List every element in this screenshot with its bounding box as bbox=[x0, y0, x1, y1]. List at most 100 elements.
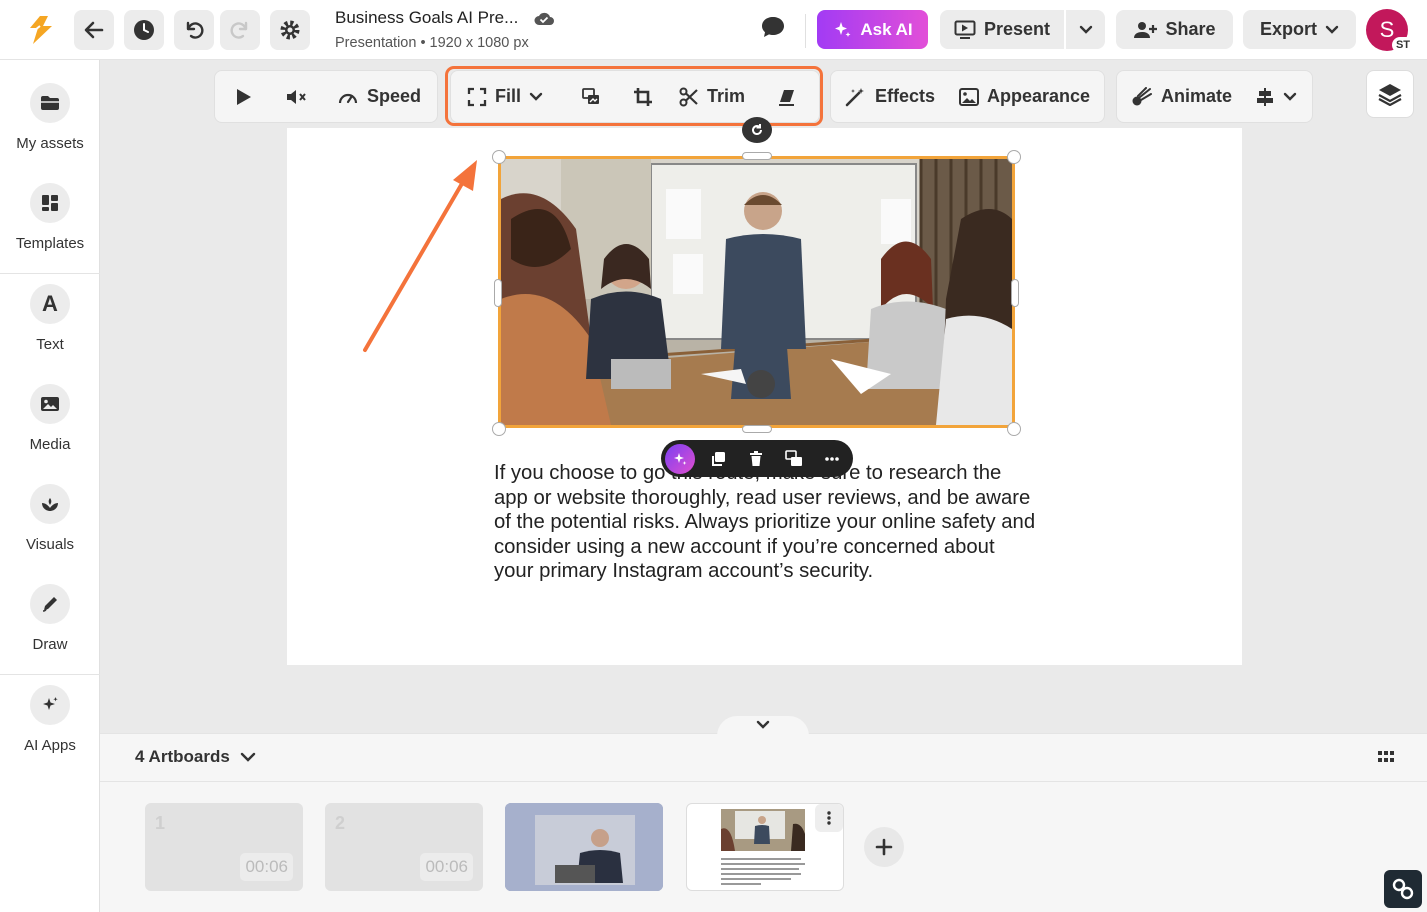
meeting-photo[interactable] bbox=[498, 156, 1015, 428]
more-options-button[interactable] bbox=[813, 440, 851, 477]
text-icon: A bbox=[30, 284, 70, 324]
comment-icon[interactable] bbox=[760, 15, 786, 44]
sidebar-item-my-assets[interactable]: My assets bbox=[0, 83, 100, 152]
speed-button[interactable]: Speed bbox=[337, 71, 421, 122]
effects-button[interactable]: Effects bbox=[845, 71, 935, 122]
sidebar-item-templates[interactable]: Templates bbox=[0, 183, 100, 252]
slide-body-text[interactable]: If you choose to go this route, make sur… bbox=[494, 461, 1039, 584]
redo-icon bbox=[230, 21, 248, 39]
sidebar-item-label: Text bbox=[36, 336, 64, 353]
avatar[interactable]: S ST bbox=[1366, 9, 1414, 53]
duplicate-button[interactable] bbox=[699, 440, 737, 477]
present-button[interactable]: Present bbox=[940, 10, 1064, 49]
resize-handle-top-left[interactable] bbox=[492, 150, 506, 164]
sidebar-item-label: Media bbox=[29, 436, 71, 453]
resize-handle-left[interactable] bbox=[494, 279, 502, 307]
sidebar-item-label: Visuals bbox=[25, 536, 75, 553]
play-button[interactable] bbox=[233, 71, 253, 122]
rotate-icon bbox=[752, 124, 763, 136]
app-logo[interactable] bbox=[26, 14, 56, 46]
sidebar-item-ai-apps[interactable]: AI Apps bbox=[0, 685, 100, 754]
top-bar: Business Goals AI Pre... Presentation • … bbox=[0, 0, 1427, 60]
layers-button[interactable] bbox=[1366, 70, 1414, 118]
more-horizontal-icon bbox=[825, 456, 839, 461]
clock-icon bbox=[134, 20, 154, 40]
templates-icon bbox=[30, 183, 70, 223]
speedometer-icon bbox=[338, 93, 358, 103]
sidebar-item-media[interactable]: Media bbox=[0, 384, 100, 453]
collapse-panel-button[interactable] bbox=[717, 716, 809, 736]
panel-divider bbox=[100, 781, 1427, 782]
chevron-down-icon bbox=[756, 720, 770, 729]
gear-icon bbox=[280, 20, 300, 40]
resize-handle-right[interactable] bbox=[1011, 279, 1019, 307]
present-label: Present bbox=[983, 19, 1051, 39]
arrow-left-icon bbox=[84, 21, 104, 39]
artboards-dropdown[interactable]: 4 Artboards bbox=[135, 747, 256, 767]
export-button[interactable]: Export bbox=[1243, 10, 1356, 49]
resize-handle-top[interactable] bbox=[742, 152, 772, 160]
settings-button[interactable] bbox=[270, 10, 310, 50]
delete-button[interactable] bbox=[737, 440, 775, 477]
mute-button[interactable] bbox=[285, 71, 307, 122]
share-label: Share bbox=[1165, 19, 1216, 39]
image-icon bbox=[959, 87, 979, 106]
help-widget-button[interactable] bbox=[1384, 870, 1422, 908]
artboards-count-label: 4 Artboards bbox=[135, 747, 230, 766]
avatar-initial: S bbox=[1379, 17, 1395, 42]
artboard-thumb-3[interactable] bbox=[505, 803, 663, 891]
resize-handle-bottom-left[interactable] bbox=[492, 422, 506, 436]
artboard-duration: 00:06 bbox=[240, 853, 293, 881]
sidebar-item-text[interactable]: A Text bbox=[0, 284, 100, 353]
resize-handle-bottom[interactable] bbox=[742, 425, 772, 433]
add-user-icon bbox=[1134, 21, 1158, 38]
artboard-number: 2 bbox=[335, 813, 346, 833]
link-icon bbox=[1392, 878, 1414, 900]
present-options-button[interactable] bbox=[1066, 10, 1105, 49]
header-divider bbox=[805, 14, 806, 48]
grid-view-icon[interactable] bbox=[1378, 750, 1394, 768]
highlight-box bbox=[445, 66, 823, 126]
trash-icon bbox=[750, 450, 762, 466]
appearance-button[interactable]: Appearance bbox=[959, 71, 1090, 122]
sidebar-divider bbox=[0, 273, 100, 274]
rotate-handle[interactable] bbox=[742, 117, 772, 143]
chevron-down-icon bbox=[1079, 25, 1092, 34]
align-button[interactable] bbox=[1255, 71, 1297, 122]
artboard-options-button[interactable] bbox=[815, 804, 843, 832]
sidebar-item-draw[interactable]: Draw bbox=[0, 584, 100, 653]
artboard-duration: 00:06 bbox=[420, 853, 473, 881]
ask-ai-button[interactable]: Ask AI bbox=[817, 10, 928, 49]
document-subtitle: Presentation • 1920 x 1080 px bbox=[335, 35, 529, 51]
sidebar-item-label: Draw bbox=[32, 636, 68, 653]
sparkle-icon bbox=[835, 21, 851, 37]
chevron-down-icon bbox=[1283, 92, 1297, 101]
artboard-thumb-4[interactable] bbox=[686, 803, 844, 891]
artboard-thumb-1[interactable]: 1 00:06 bbox=[145, 803, 303, 891]
appearance-label: Appearance bbox=[987, 86, 1091, 106]
replace-button[interactable] bbox=[775, 440, 813, 477]
image-icon bbox=[30, 384, 70, 424]
sparkle-icon bbox=[674, 452, 687, 465]
align-center-icon bbox=[1257, 87, 1273, 106]
back-button[interactable] bbox=[74, 10, 114, 50]
history-button[interactable] bbox=[124, 10, 164, 50]
style-toolbar: Effects Appearance bbox=[830, 70, 1105, 123]
monitor-play-icon bbox=[954, 20, 976, 39]
ai-magic-button[interactable] bbox=[665, 443, 695, 474]
animate-button[interactable]: Animate bbox=[1131, 71, 1232, 122]
share-button[interactable]: Share bbox=[1116, 10, 1233, 49]
document-title[interactable]: Business Goals AI Pre... bbox=[335, 8, 518, 28]
undo-button[interactable] bbox=[174, 10, 214, 50]
visuals-icon bbox=[30, 484, 70, 524]
artboard-thumb-2[interactable]: 2 00:06 bbox=[325, 803, 483, 891]
resize-handle-top-right[interactable] bbox=[1007, 150, 1021, 164]
sidebar-item-visuals[interactable]: Visuals bbox=[0, 484, 100, 553]
artboard-number: 1 bbox=[155, 813, 166, 833]
redo-button[interactable] bbox=[220, 10, 260, 50]
plus-icon bbox=[875, 838, 893, 856]
add-artboard-button[interactable] bbox=[864, 827, 904, 867]
magic-wand-icon bbox=[845, 87, 864, 106]
speed-label: Speed bbox=[367, 86, 422, 106]
resize-handle-bottom-right[interactable] bbox=[1007, 422, 1021, 436]
